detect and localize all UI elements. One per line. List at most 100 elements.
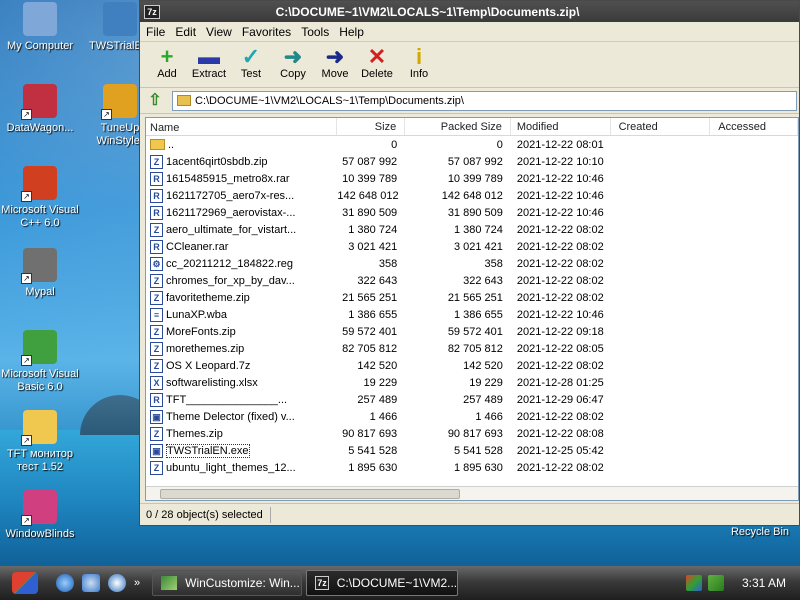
recycle-bin-label[interactable]: Recycle Bin — [720, 526, 800, 539]
table-row[interactable]: ⚙ cc_20211212_184822.reg 358 358 2021-12-22 … — [146, 255, 798, 272]
file-icon: Z — [150, 341, 163, 356]
desktop-icon-label: My Computer — [6, 40, 74, 52]
table-row[interactable]: Zaero_ultimate_for_vistart... 1 380 724 1 … — [146, 221, 798, 238]
file-name: OS X Leopard.7z — [166, 359, 251, 372]
desktop-icon[interactable]: My Computer — [0, 2, 80, 53]
file-list[interactable]: Name Size Packed Size Modified Created A… — [145, 117, 799, 501]
file-modified: 2021-12-25 05:42 — [516, 444, 604, 457]
file-name: 1acent6qirt0sbdb.zip — [166, 155, 268, 168]
file-modified: 2021-12-22 10:46 — [516, 172, 604, 185]
clock[interactable]: 3:31 AM — [742, 576, 786, 590]
window-title: C:\DOCUME~1\VM2\LOCALS~1\Temp\Documents.… — [275, 4, 580, 19]
menu-edit[interactable]: Edit — [175, 25, 196, 39]
menu-file[interactable]: File — [146, 25, 165, 39]
file-name: .. — [168, 138, 175, 151]
desktop-icon[interactable]: ↗ Microsoft Visual Basic 6.0 — [0, 330, 80, 394]
table-row[interactable]: Zfavoritetheme.zip 21 565 251 21 565 251 20… — [146, 289, 798, 306]
address-text: C:\DOCUME~1\VM2\LOCALS~1\Temp\Documents.… — [195, 94, 464, 107]
internet-explorer-icon[interactable] — [56, 574, 74, 592]
folder-icon: ↗ — [21, 410, 57, 446]
table-row[interactable]: ≡ LunaXP.wba 1 386 655 1 386 655 2021-12-22 … — [146, 306, 798, 323]
horizontal-scrollbar[interactable] — [146, 486, 798, 500]
file-packed-size: 57 087 992 — [447, 155, 503, 168]
media-player-icon[interactable] — [108, 574, 126, 592]
table-row[interactable]: R TFT_______________... 257 489 257 489 2021… — [146, 391, 798, 408]
visual-basic-icon: ↗ — [21, 330, 57, 366]
window-switch-icon[interactable] — [82, 574, 100, 592]
extract-icon: ▬ — [198, 44, 220, 69]
desktop-icon-label: Microsoft Visual C++ 6.0 — [1, 204, 79, 229]
table-row[interactable]: Z Themes.zip 90 817 693 90 817 693 2021-12-2… — [146, 425, 798, 442]
info-icon: i — [415, 44, 423, 69]
table-row[interactable]: R CCleaner.rar 3 021 421 3 021 421 2021-12-2… — [146, 238, 798, 255]
desktop-icon[interactable]: ↗ Mypal — [0, 248, 80, 299]
table-row[interactable]: Xsoftwarelisting.xlsx 19 229 19 229 2021-12… — [146, 374, 798, 391]
tray-app-icon[interactable] — [685, 575, 702, 591]
quick-launch-overflow[interactable]: » — [134, 577, 140, 589]
desktop-icon-label: TFT монитор тест 1.52 — [6, 448, 74, 473]
menu-view[interactable]: View — [206, 25, 232, 39]
delete-button[interactable]: ✕ Delete — [356, 46, 398, 81]
file-modified: 2021-12-22 08:02 — [516, 359, 604, 372]
table-row[interactable]: Zchromes_for_xp_by_dav... 322 643 322 643 2… — [146, 272, 798, 289]
desktop-icon[interactable]: ↗ TFT монитор тест 1.52 — [0, 410, 80, 474]
table-row[interactable]: Zubuntu_light_themes_12... 1 895 630 1 895… — [146, 459, 798, 476]
file-modified: 2021-12-22 09:18 — [516, 325, 604, 338]
file-icon: Z — [150, 273, 163, 288]
column-accessed[interactable]: Accessed — [710, 118, 798, 135]
table-row[interactable]: Z OS X Leopard.7z 142 520 142 520 2021-12-22… — [146, 357, 798, 374]
column-created[interactable]: Created — [611, 118, 711, 135]
table-row[interactable]: ▣ TWSTrialEN.exe 5 541 528 5 541 528 2021-12… — [146, 442, 798, 459]
table-row[interactable]: Zmorethemes.zip 82 705 812 82 705 812 2021-… — [146, 340, 798, 357]
desktop-icon[interactable]: ↗ Microsoft Visual C++ 6.0 — [0, 166, 80, 230]
table-row[interactable]: ▣ Theme Delector (fixed) v... 1 466 1 466 20… — [146, 408, 798, 425]
table-row[interactable]: R 1621172969_aerovistax-... 31 890 509 31 8… — [146, 204, 798, 221]
file-modified: 2021-12-22 08:05 — [516, 342, 604, 355]
column-name[interactable]: Name — [146, 118, 338, 135]
table-row[interactable]: Z 1acent6qirt0sbdb.zip 57 087 992 57 087 99… — [146, 153, 798, 170]
test-button[interactable]: ✓ Test — [230, 46, 272, 81]
taskbar-button[interactable]: 7z C:\DOCUME~1\VM2... — [306, 570, 459, 596]
column-modified[interactable]: Modified — [511, 118, 611, 135]
desktop-icon-label: DataWagon... — [6, 122, 74, 134]
scrollbar-thumb[interactable] — [160, 489, 460, 499]
file-icon: Z — [150, 290, 163, 305]
shortcut-arrow-icon: ↗ — [21, 435, 32, 446]
address-input[interactable]: C:\DOCUME~1\VM2\LOCALS~1\Temp\Documents.… — [172, 90, 797, 111]
file-packed-size: 142 648 012 — [441, 189, 503, 202]
file-size: 0 — [391, 138, 398, 151]
menu-favorites[interactable]: Favorites — [242, 25, 291, 39]
copy-button[interactable]: ➜ Copy — [272, 46, 314, 81]
safely-remove-icon[interactable] — [707, 575, 724, 591]
column-size[interactable]: Size — [337, 118, 406, 135]
windows-logo-icon — [12, 572, 38, 594]
extract-button[interactable]: ▬ Extract — [188, 44, 230, 81]
title-bar[interactable]: 7z C:\DOCUME~1\VM2\LOCALS~1\Temp\Documen… — [140, 1, 799, 22]
table-row[interactable]: .. 0 0 2021-12-22 08:01 — [146, 136, 798, 153]
file-modified: 2021-12-28 01:25 — [516, 376, 604, 389]
up-folder-icon[interactable]: ⇧ — [146, 92, 164, 110]
table-row[interactable]: R 1615485915_metro8x.rar 10 399 789 10 399 … — [146, 170, 798, 187]
file-packed-size: 1 895 630 — [453, 461, 503, 474]
toolbar-label: Extract — [191, 68, 227, 80]
menu-tools[interactable]: Tools — [301, 25, 329, 39]
desktop-icon[interactable]: ↗ WindowBlinds — [0, 490, 80, 541]
file-name: LunaXP.wba — [166, 308, 227, 321]
desktop-icon[interactable]: ↗ DataWagon... — [0, 84, 80, 135]
table-row[interactable]: Z MoreFonts.zip 59 572 401 59 572 401 2021-1… — [146, 323, 798, 340]
table-row[interactable]: R 1621172705_aero7x-res... 142 648 012 142 … — [146, 187, 798, 204]
taskbar-button-label: WinCustomize: Win... — [185, 576, 300, 590]
start-button[interactable] — [0, 566, 50, 600]
move-button[interactable]: ➜ Move — [314, 46, 356, 81]
shortcut-arrow-icon: ↗ — [101, 109, 112, 120]
info-button[interactable]: i Info — [398, 44, 440, 81]
file-size: 10 399 789 — [342, 172, 398, 185]
file-icon: Z — [150, 222, 163, 237]
file-name: 1621172969_aerovistax-... — [166, 206, 296, 219]
column-packed-size[interactable]: Packed Size — [405, 118, 511, 135]
add-button[interactable]: + Add — [146, 46, 188, 81]
file-size: 57 087 992 — [342, 155, 398, 168]
menu-help[interactable]: Help — [339, 25, 364, 39]
taskbar-button[interactable]: WinCustomize: Win... — [152, 570, 303, 596]
shortcut-arrow-icon: ↗ — [21, 191, 32, 202]
